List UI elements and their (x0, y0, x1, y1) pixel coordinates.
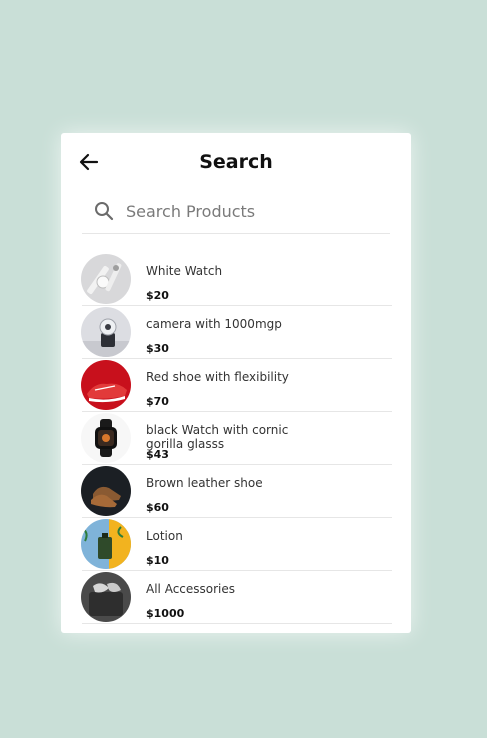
list-item[interactable]: Red shoe with flexibility $70 (81, 359, 392, 412)
product-name: All Accessories (146, 582, 236, 596)
product-price: $1000 (146, 607, 185, 620)
product-image (81, 519, 131, 569)
camera-image (81, 307, 131, 357)
product-image (81, 360, 131, 410)
product-name: Red shoe with flexibility (146, 370, 289, 384)
product-image (81, 572, 131, 622)
list-item[interactable]: All Accessories $1000 (81, 571, 392, 624)
product-price: $30 (146, 342, 169, 355)
product-list: White Watch $20 camera with 1000mgp $30 (81, 253, 392, 624)
accessories-image (81, 572, 131, 622)
product-image (81, 413, 131, 463)
product-name: camera with 1000mgp (146, 317, 282, 331)
product-image (81, 254, 131, 304)
product-price: $20 (146, 289, 169, 302)
product-image (81, 466, 131, 516)
red-shoe-image (81, 360, 131, 410)
list-item[interactable]: White Watch $20 (81, 253, 392, 306)
list-item[interactable]: camera with 1000mgp $30 (81, 306, 392, 359)
product-price: $10 (146, 554, 169, 567)
search-input[interactable] (126, 197, 386, 225)
product-price: $70 (146, 395, 169, 408)
search-bar (82, 193, 390, 234)
product-price: $43 (146, 448, 169, 461)
product-price: $60 (146, 501, 169, 514)
list-item[interactable]: Brown leather shoe $60 (81, 465, 392, 518)
search-icon (95, 202, 114, 221)
lotion-image (81, 519, 131, 569)
white-watch-image (81, 254, 131, 304)
list-item[interactable]: black Watch with cornic gorilla glasss $… (81, 412, 392, 465)
brown-shoe-image (81, 466, 131, 516)
product-name: Brown leather shoe (146, 476, 263, 490)
product-name: Lotion (146, 529, 183, 543)
list-item[interactable]: Lotion $10 (81, 518, 392, 571)
product-name: White Watch (146, 264, 223, 278)
header: Search (61, 133, 411, 193)
product-image (81, 307, 131, 357)
product-name: black Watch with cornic gorilla glasss (146, 423, 289, 451)
page-title: Search (199, 151, 273, 173)
black-watch-image (81, 413, 131, 463)
search-card: Search White Watch $20 (61, 133, 411, 633)
